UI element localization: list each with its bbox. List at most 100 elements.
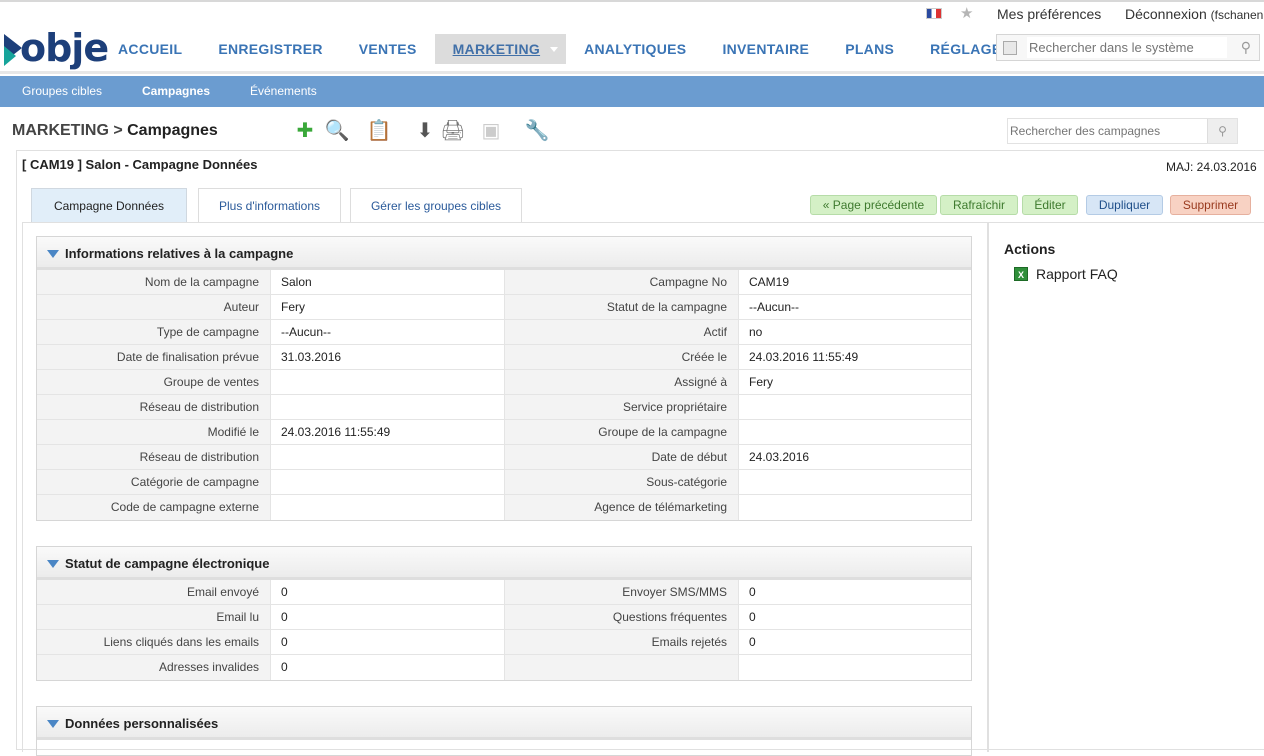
global-search: ⚲ — [996, 34, 1260, 61]
actions-panel — [988, 222, 1264, 752]
nav-ventes[interactable]: VENTES — [341, 34, 435, 64]
nav-marketing[interactable]: MARKETING — [434, 34, 567, 64]
field-label: Groupe de la campagne — [505, 420, 739, 444]
delete-button[interactable]: Supprimer — [1170, 195, 1251, 215]
sub-nav: Groupes cibles Campagnes Événements — [0, 76, 1264, 107]
logo[interactable]: obje — [2, 26, 109, 70]
nav-plans[interactable]: PLANS — [827, 34, 912, 64]
field-row: Email envoyé 0 Envoyer SMS/MMS 0 — [37, 580, 971, 605]
chevron-down-icon — [550, 47, 559, 52]
field-label: Email lu — [37, 605, 271, 629]
field-row: Code de campagne externe Agence de téléma… — [37, 495, 971, 520]
field-row: Nom de la campagne Salon Campagne No CAM19 — [37, 270, 971, 295]
field-value: 24.03.2016 11:55:49 — [749, 350, 859, 364]
campaign-search: ⚲ — [1007, 118, 1238, 144]
breadcrumb-module[interactable]: MARKETING — [12, 122, 109, 139]
field-label — [505, 655, 739, 680]
field-value: 0 — [271, 605, 505, 629]
field-value — [739, 420, 971, 444]
french-flag-icon[interactable] — [926, 8, 942, 19]
nav-enregistrer[interactable]: ENREGISTRER — [200, 34, 340, 64]
field-label: Créée le — [505, 345, 739, 369]
field-value: 31.03.2016 — [271, 345, 505, 369]
field-value: 24.03.2016 — [749, 450, 810, 464]
field-label: Questions fréquentes — [505, 605, 739, 629]
field-value: Fery — [749, 375, 773, 389]
section-header[interactable]: Données personnalisées — [37, 707, 971, 740]
refresh-button[interactable]: Rafraîchir — [940, 195, 1018, 215]
field-label: Nom de la campagne — [37, 270, 271, 294]
field-row: Adresses invalides 0 — [37, 655, 971, 680]
field-label: Réseau de distribution — [37, 395, 271, 419]
field-value: Fery — [271, 295, 505, 319]
field-value — [739, 655, 971, 680]
field-label: Modifié le — [37, 420, 271, 444]
breadcrumb-page[interactable]: Campagnes — [127, 122, 218, 139]
subnav-campagnes[interactable]: Campagnes — [142, 84, 210, 98]
field-label: Date de finalisation prévue — [37, 345, 271, 369]
search-icon[interactable]: ⚲ — [1241, 39, 1251, 56]
subnav-evenements[interactable]: Événements — [250, 84, 317, 98]
global-search-input[interactable] — [1027, 37, 1227, 58]
field-value — [271, 470, 505, 494]
field-row: Modifié le 24.03.2016 11:55:49 Groupe de l… — [37, 420, 971, 445]
field-value: 0 — [271, 630, 505, 654]
logo-text: obje — [20, 26, 109, 70]
wrench-icon[interactable]: 🔧 — [524, 118, 550, 144]
section-header[interactable]: Statut de campagne électronique — [37, 547, 971, 580]
add-icon[interactable]: ✚ — [292, 118, 318, 144]
field-label: Email envoyé — [37, 580, 271, 604]
excel-icon: X — [1014, 267, 1028, 281]
field-value — [271, 395, 505, 419]
field-row: Type de campagne --Aucun-- Actif no — [37, 320, 971, 345]
nav-analytiques[interactable]: ANALYTIQUES — [566, 34, 704, 64]
tab-plus-informations[interactable]: Plus d'informations — [198, 188, 341, 223]
field-value: 0 — [749, 610, 756, 624]
field-value — [271, 370, 505, 394]
logout-link[interactable]: Déconnexion (fschanen — [1125, 6, 1263, 22]
collapse-triangle-icon — [47, 720, 59, 728]
collapse-triangle-icon — [47, 250, 59, 258]
field-label: Sous-catégorie — [505, 470, 739, 494]
field-row: Auteur Fery Statut de la campagne --Aucun-- — [37, 295, 971, 320]
field-row: Réseau de distribution Date de début 24.03… — [37, 445, 971, 470]
subnav-groupes-cibles[interactable]: Groupes cibles — [22, 84, 102, 98]
tab-campagne-donnees[interactable]: Campagne Données — [31, 188, 187, 223]
nav-accueil[interactable]: ACCUEIL — [100, 34, 200, 64]
field-label: Campagne No — [505, 270, 739, 294]
nav-inventaire[interactable]: INVENTAIRE — [704, 34, 827, 64]
campaign-search-input[interactable] — [1010, 122, 1206, 140]
field-label: Service propriétaire — [505, 395, 739, 419]
tab-gerer-groupes-cibles[interactable]: Gérer les groupes cibles — [350, 188, 522, 223]
breadcrumb-separator: > — [108, 122, 128, 139]
print-icon[interactable]: 🖨 — [440, 118, 466, 144]
field-label: Liens cliqués dans les emails — [37, 630, 271, 654]
field-row: Email lu 0 Questions fréquentes 0 — [37, 605, 971, 630]
faq-report-link[interactable]: X Rapport FAQ — [1014, 266, 1118, 282]
previous-page-button[interactable]: « Page précédente — [810, 195, 937, 215]
section-title: Statut de campagne électronique — [65, 556, 270, 571]
logo-arrow-accent-icon — [4, 46, 16, 66]
section-title: Données personnalisées — [65, 716, 219, 731]
field-label: Agence de télémarketing — [505, 495, 739, 520]
search-scope-icon[interactable] — [1003, 41, 1017, 55]
nav-marketing-label: MARKETING — [452, 41, 541, 57]
field-row: Groupe de ventes Assigné à Fery — [37, 370, 971, 395]
preferences-link[interactable]: Mes préférences — [997, 6, 1101, 22]
section-header[interactable]: Informations relatives à la campagne — [37, 237, 971, 270]
field-label: Code de campagne externe — [37, 495, 271, 520]
export-icon[interactable]: ⬇ — [412, 118, 438, 144]
star-icon[interactable]: ★ — [960, 4, 973, 22]
search-icon[interactable]: 🔍 — [324, 118, 350, 144]
field-label: Emails rejetés — [505, 630, 739, 654]
import-icon[interactable]: 📋 — [366, 118, 392, 144]
merge-icon[interactable]: ▣ — [478, 118, 504, 144]
field-label: Adresses invalides — [37, 655, 271, 680]
field-value: 0 — [271, 580, 505, 604]
edit-button[interactable]: Éditer — [1022, 195, 1078, 215]
username: (fschanen — [1210, 8, 1264, 22]
field-row: Catégorie de campagne Sous-catégorie — [37, 470, 971, 495]
search-icon[interactable]: ⚲ — [1207, 119, 1237, 143]
field-value — [739, 470, 971, 494]
duplicate-button[interactable]: Dupliquer — [1086, 195, 1163, 215]
